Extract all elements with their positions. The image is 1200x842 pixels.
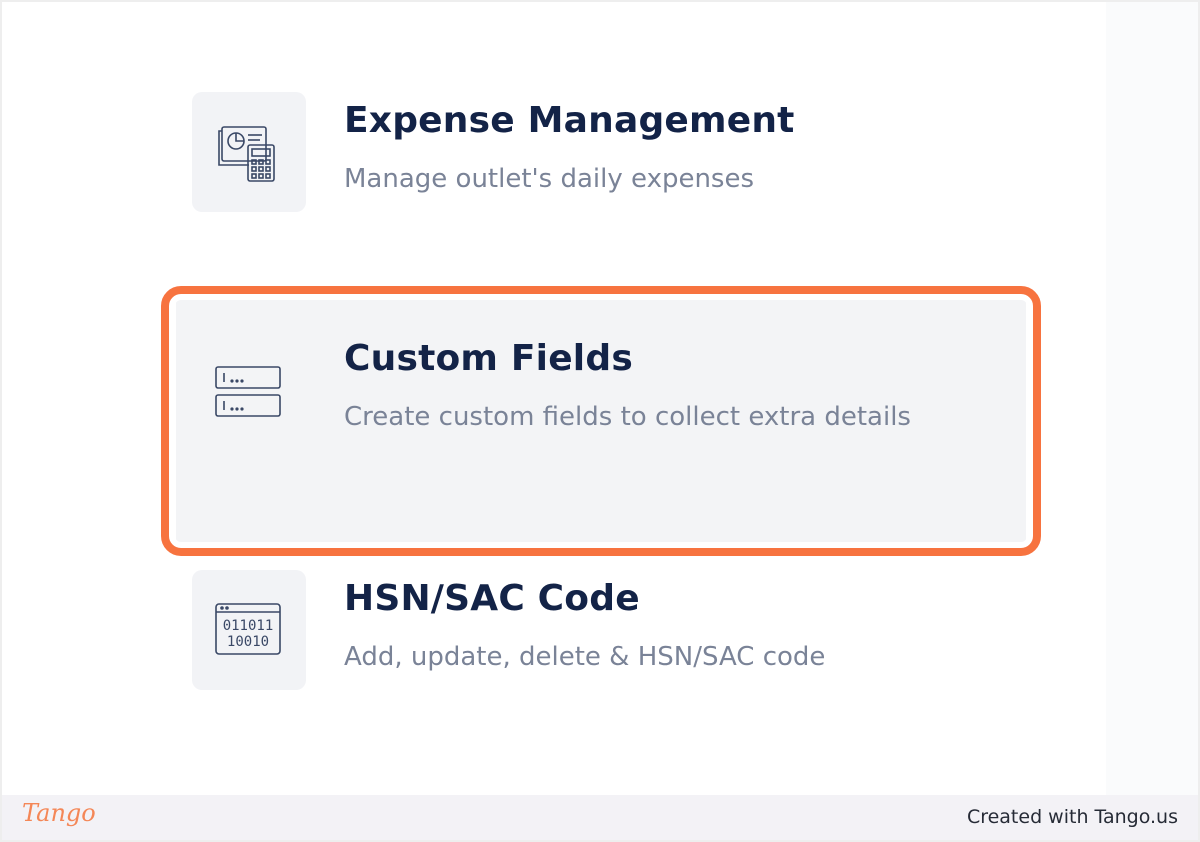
binary-line-2: 10010 <box>227 634 269 650</box>
scroll-gutter <box>1106 2 1198 795</box>
tango-logo[interactable]: Tango <box>22 799 96 827</box>
item-description: Add, update, delete & HSN/SAC code <box>344 642 826 672</box>
highlight-outline <box>161 286 1041 556</box>
item-title: Expense Management <box>344 100 795 141</box>
item-title: HSN/SAC Code <box>344 578 640 619</box>
binary-code-icon: 011011 10010 <box>192 570 306 690</box>
expense-calculator-icon <box>192 92 306 212</box>
item-description: Manage outlet's daily expenses <box>344 164 755 194</box>
binary-line-1: 011011 <box>223 618 274 634</box>
footer-bar: Tango Created with Tango.us <box>2 795 1198 840</box>
settings-item-hsn-sac-code[interactable]: 011011 10010 HSN/SAC Code Add, update, d… <box>192 570 992 690</box>
footer-credit[interactable]: Created with Tango.us <box>967 806 1178 828</box>
settings-item-expense-management[interactable]: Expense Management Manage outlet's daily… <box>192 92 992 212</box>
